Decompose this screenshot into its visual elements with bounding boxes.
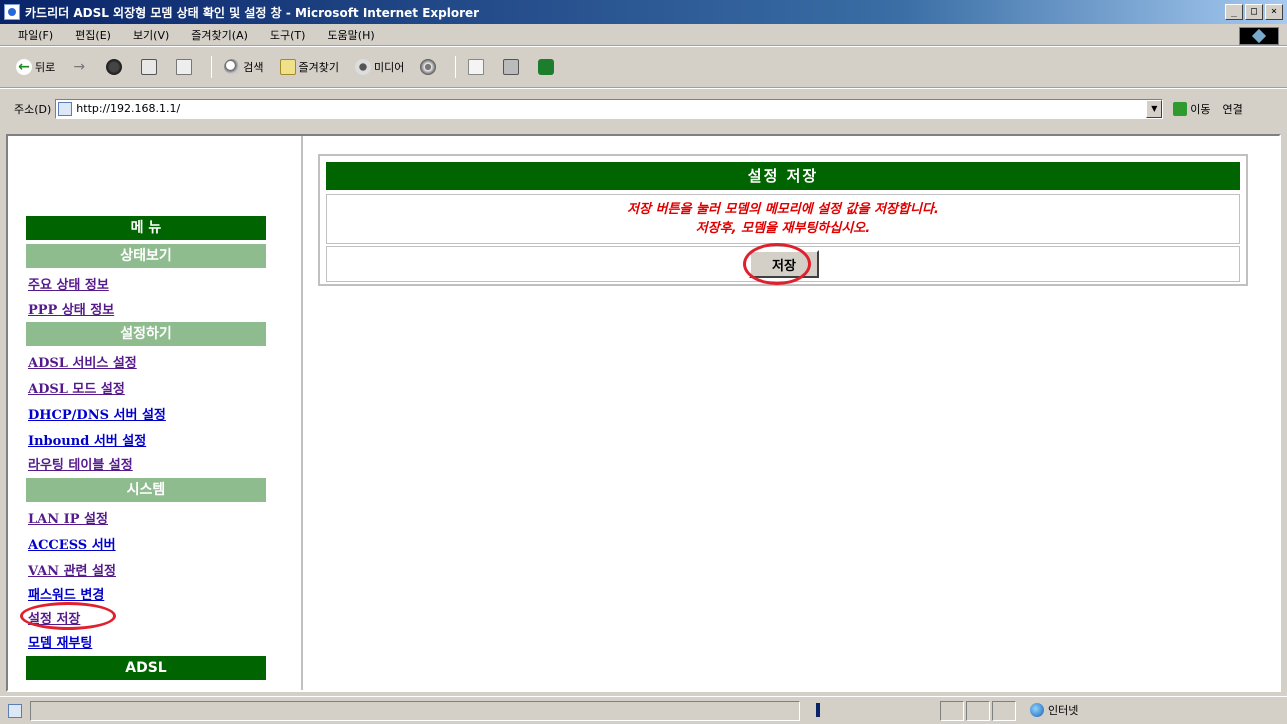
main-frame: 설정 저장 저장 버튼을 눌러 모뎀의 메모리에 설정 값을 저장합니다. 저장…	[308, 136, 1279, 690]
refresh-icon	[141, 59, 158, 75]
stop-button[interactable]	[106, 59, 125, 75]
status-cell	[992, 701, 1016, 721]
link-adsl-mode[interactable]: ADSL 모드 설정	[28, 378, 125, 397]
mail-button[interactable]	[468, 59, 487, 75]
page-status-icon	[8, 703, 22, 718]
section-system: 시스템	[26, 478, 266, 502]
menu-edit[interactable]: 편집(E)	[75, 27, 111, 43]
status-cell	[966, 701, 990, 721]
messenger-icon	[538, 59, 555, 75]
link-reboot[interactable]: 모뎀 재부팅	[28, 632, 92, 651]
menu-tools[interactable]: 도구(T)	[270, 27, 306, 43]
menu-bar: 파일(F) 편집(E) 보기(V) 즐겨찾기(A) 도구(T) 도움말(H)	[0, 24, 1287, 46]
media-icon	[354, 59, 371, 75]
stop-icon	[106, 59, 123, 75]
address-dropdown-button[interactable]: ▼	[1146, 99, 1163, 118]
go-label: 이동	[1190, 102, 1211, 116]
search-label: 검색	[243, 61, 264, 74]
toolbar-separator	[455, 56, 457, 78]
print-icon	[503, 59, 520, 75]
highlight-circle-save	[743, 243, 811, 285]
forward-button[interactable]: →	[71, 59, 90, 75]
panel-button-row: 저장	[326, 243, 1240, 285]
menu-header: 메 뉴	[26, 216, 266, 240]
media-label: 미디어	[373, 61, 405, 74]
progress-indicator	[816, 703, 820, 717]
links-button[interactable]: 연결	[1223, 101, 1243, 117]
link-dhcp-dns[interactable]: DHCP/DNS 서버 설정	[28, 404, 166, 423]
section-settings: 설정하기	[26, 322, 266, 346]
panel-message: 저장 버튼을 눌러 모뎀의 메모리에 설정 값을 저장합니다. 저장후, 모뎀을…	[326, 194, 1240, 244]
maximize-button[interactable]: □	[1245, 4, 1263, 20]
link-main-status[interactable]: 주요 상태 정보	[28, 274, 109, 293]
favorites-icon	[279, 59, 296, 75]
search-icon	[224, 59, 241, 75]
address-input[interactable]: http://192.168.1.1/ ▼	[55, 98, 1164, 119]
link-lan-ip[interactable]: LAN IP 설정	[28, 508, 108, 527]
close-button[interactable]: ×	[1265, 4, 1283, 20]
zone-label: 인터넷	[1048, 704, 1079, 717]
globe-icon	[1030, 703, 1044, 717]
menu-footer: ADSL	[26, 656, 266, 680]
page-icon	[58, 101, 73, 116]
status-text-cell	[30, 701, 800, 721]
message-line-2: 저장후, 모뎀을 재부팅하십시오.	[695, 221, 871, 236]
address-url: http://192.168.1.1/	[76, 102, 181, 115]
go-button[interactable]: 이동	[1173, 101, 1211, 117]
minimize-button[interactable]: _	[1225, 4, 1243, 20]
link-routing[interactable]: 라우팅 테이블 설정	[28, 454, 133, 473]
windows-logo-icon	[1239, 27, 1279, 45]
back-button[interactable]: ← 뒤로	[16, 59, 55, 75]
home-button[interactable]	[176, 59, 195, 75]
favorites-button[interactable]: 즐겨찾기	[279, 59, 339, 75]
title-bar: 카드리더 ADSL 외장형 모뎀 상태 확인 및 설정 창 - Microsof…	[0, 0, 1287, 24]
link-van[interactable]: VAN 관련 설정	[28, 560, 116, 579]
link-ppp-status[interactable]: PPP 상태 정보	[28, 299, 114, 318]
panel-title: 설정 저장	[326, 162, 1240, 190]
left-menu-frame: 메 뉴 상태보기 주요 상태 정보 PPP 상태 정보 설정하기 ADSL 서비…	[8, 136, 303, 690]
go-arrow-icon	[1173, 101, 1188, 116]
address-label: 주소(D)	[14, 102, 52, 116]
window-controls: _ □ ×	[1225, 4, 1283, 20]
section-status: 상태보기	[26, 244, 266, 268]
link-password[interactable]: 패스워드 변경	[28, 584, 104, 603]
history-icon	[420, 59, 437, 75]
mail-icon	[468, 59, 485, 75]
print-button[interactable]	[503, 59, 522, 75]
link-adsl-service[interactable]: ADSL 서비스 설정	[28, 352, 137, 371]
menu-help[interactable]: 도움말(H)	[327, 27, 374, 43]
ie-icon	[4, 4, 20, 20]
media-button[interactable]: 미디어	[354, 59, 405, 75]
back-label: 뒤로	[35, 61, 56, 74]
menu-file[interactable]: 파일(F)	[18, 27, 53, 43]
browser-content: 메 뉴 상태보기 주요 상태 정보 PPP 상태 정보 설정하기 ADSL 서비…	[6, 134, 1281, 692]
search-button[interactable]: 검색	[224, 59, 264, 75]
history-button[interactable]	[420, 59, 439, 75]
message-line-1: 저장 버튼을 눌러 모뎀의 메모리에 설정 값을 저장합니다.	[627, 202, 939, 217]
messenger-button[interactable]	[538, 59, 557, 75]
status-cell	[940, 701, 964, 721]
favorites-label: 즐겨찾기	[298, 61, 339, 74]
menu-favorites[interactable]: 즐겨찾기(A)	[191, 27, 248, 43]
link-inbound[interactable]: Inbound 서버 설정	[28, 430, 146, 449]
window-title: 카드리더 ADSL 외장형 모뎀 상태 확인 및 설정 창 - Microsof…	[25, 5, 480, 20]
highlight-circle-sidebar	[20, 602, 116, 630]
save-settings-panel: 설정 저장 저장 버튼을 눌러 모뎀의 메모리에 설정 값을 저장합니다. 저장…	[318, 154, 1248, 286]
forward-arrow-icon: →	[73, 59, 86, 75]
menu-view[interactable]: 보기(V)	[133, 27, 169, 43]
status-bar: 인터넷	[0, 696, 1287, 724]
toolbar-separator	[211, 56, 213, 78]
home-icon	[176, 59, 193, 75]
refresh-button[interactable]	[141, 59, 160, 75]
back-arrow-icon: ←	[16, 59, 32, 75]
toolbar: ← 뒤로 → 검색 즐겨찾기 미디어	[0, 46, 1287, 88]
link-access[interactable]: ACCESS 서버	[28, 534, 116, 553]
address-bar: 주소(D) http://192.168.1.1/ ▼ 이동 연결	[0, 88, 1287, 128]
security-zone: 인터넷	[1030, 702, 1078, 718]
